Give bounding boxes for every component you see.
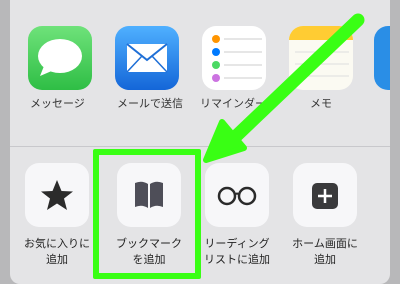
green-arrow-annotation bbox=[203, 13, 365, 163]
